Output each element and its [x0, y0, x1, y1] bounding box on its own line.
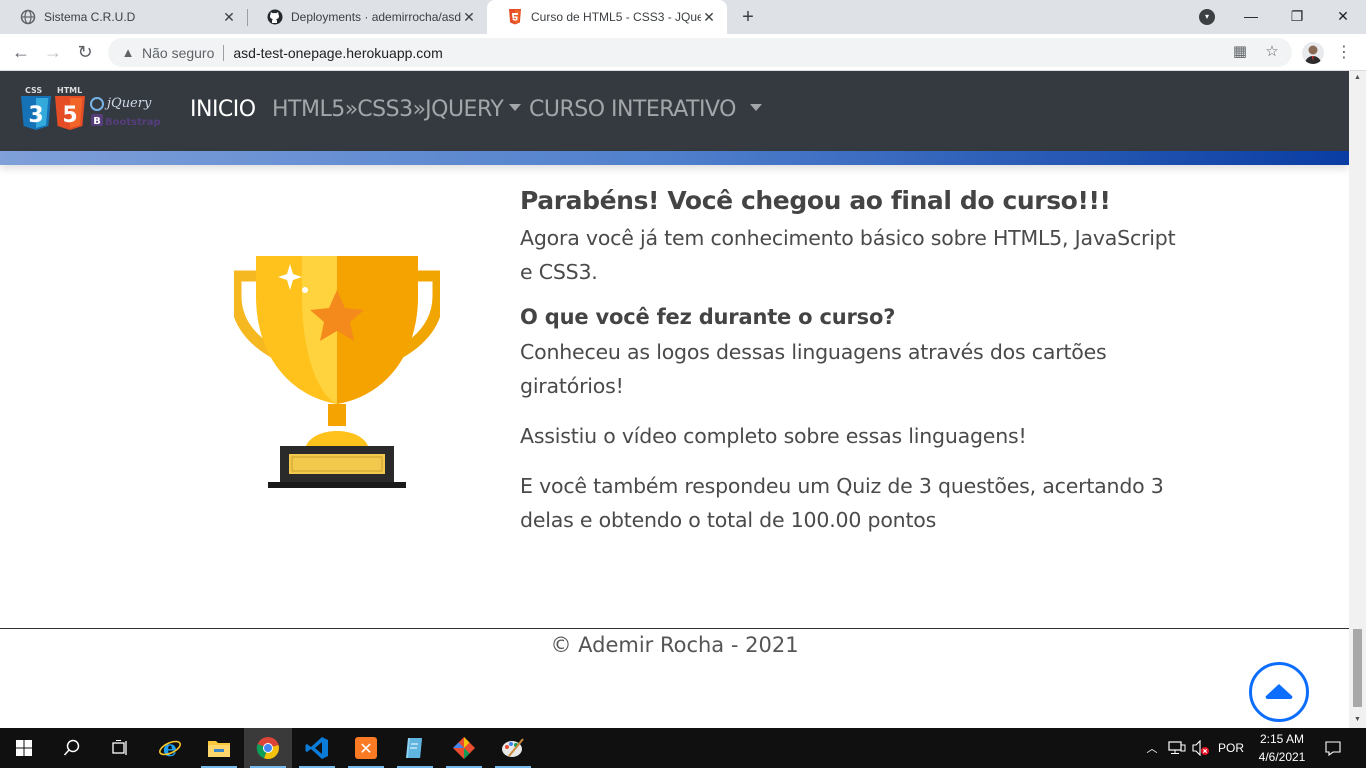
browser-tab-active[interactable]: Curso de HTML5 - CSS3 - JQuery ✕	[487, 0, 727, 34]
browser-tab[interactable]: Sistema C.R.U.D ✕	[0, 0, 247, 34]
logo-b-label: B	[93, 116, 101, 127]
close-window-button[interactable]: ✕	[1320, 0, 1366, 32]
github-icon	[267, 9, 283, 25]
forward-icon[interactable]: →	[41, 40, 65, 64]
minimize-button[interactable]: —	[1228, 0, 1274, 32]
omnibox-divider	[223, 44, 225, 61]
logo-css-label: CSS	[25, 86, 42, 95]
scroll-to-top-button[interactable]	[1249, 662, 1309, 722]
tab-title: Deployments · ademirrocha/asd-	[291, 10, 461, 24]
summary-item: Assistiu o vídeo completo sobre essas li…	[520, 424, 1027, 448]
summary-item: E você também respondeu um Quiz de 3 que…	[520, 474, 1164, 532]
windows-start-icon[interactable]	[0, 728, 48, 768]
security-label[interactable]: Não seguro	[142, 45, 214, 61]
system-clock[interactable]: 2:15 AM 4/6/2021	[1252, 730, 1312, 766]
star-icon[interactable]: ☆	[1262, 42, 1282, 62]
close-icon[interactable]: ✕	[701, 9, 717, 26]
address-bar[interactable]: ▲ Não seguro asd-test-onepage.herokuapp.…	[108, 38, 1292, 67]
avatar[interactable]	[1302, 42, 1324, 64]
intro-text: Agora você já tem conhecimento básico so…	[520, 226, 1176, 284]
task-view-icon[interactable]	[96, 728, 144, 768]
section-heading: O que você fez durante o curso?	[520, 305, 896, 329]
logo-bootstrap-label: Bootstrap	[105, 117, 161, 128]
vscode-icon[interactable]	[293, 728, 341, 768]
trophy-icon	[234, 256, 440, 488]
windows-taskbar: e ✕ ︿ POR 2:15 AM 4/6/2021	[0, 728, 1366, 768]
navbar-gradient-strip	[0, 151, 1349, 165]
html5-icon	[507, 9, 523, 25]
notepad-icon[interactable]	[391, 728, 439, 768]
logo-jquery-label: jQuery	[104, 96, 152, 111]
scroll-up-arrow[interactable]: ▲	[1353, 74, 1362, 81]
browser-tab[interactable]: Deployments · ademirrocha/asd- ✕	[247, 0, 487, 34]
chevron-down-icon[interactable]: ▾	[1199, 9, 1215, 25]
xampp-icon[interactable]: ✕	[342, 728, 390, 768]
more-menu-icon[interactable]: ⋮	[1336, 42, 1352, 64]
maximize-button[interactable]: ❐	[1274, 0, 1320, 32]
search-icon[interactable]	[48, 728, 96, 768]
nav-item-inicio[interactable]: INICIO	[190, 97, 256, 122]
nav-item-label: CURSO INTERATIVO	[529, 97, 736, 122]
caret-down-icon	[509, 103, 522, 111]
nav-item-label: HTML5»CSS3»JQUERY	[272, 97, 504, 122]
reload-icon[interactable]: ↻	[73, 40, 97, 64]
page-scrollbar[interactable]: ▲ ▼	[1349, 71, 1366, 728]
page-viewport: CSS HTML 3 5 jQuery B Bootstrap INICIO H…	[0, 71, 1349, 728]
site-logo[interactable]: CSS HTML 3 5 jQuery B Bootstrap	[20, 84, 165, 139]
caret-down-icon	[749, 103, 762, 111]
clock-time: 2:15 AM	[1259, 732, 1305, 746]
tab-title: Curso de HTML5 - CSS3 - JQuery	[531, 10, 701, 24]
logo-html-label: HTML	[57, 86, 82, 95]
scroll-down-arrow[interactable]: ▼	[1353, 716, 1362, 723]
file-explorer-icon[interactable]	[195, 728, 243, 768]
internet-explorer-icon[interactable]: e	[146, 728, 194, 768]
browser-toolbar: ← → ↻ ▲ Não seguro asd-test-onepage.hero…	[0, 34, 1366, 71]
network-icon[interactable]	[1166, 728, 1188, 768]
new-tab-button[interactable]: +	[736, 5, 760, 29]
volume-muted-icon[interactable]	[1190, 728, 1212, 768]
back-icon[interactable]: ←	[9, 40, 33, 64]
footer-text: © Ademir Rocha - 2021	[550, 633, 799, 657]
completion-message: Parabéns! Você chegou ao final do curso!…	[520, 185, 1180, 537]
close-icon[interactable]: ✕	[221, 9, 237, 26]
git-icon[interactable]	[440, 728, 488, 768]
footer-divider	[0, 628, 1349, 629]
nav-item-curso-interativo[interactable]: CURSO INTERATIVO	[529, 97, 762, 122]
logo-css-number: 3	[28, 103, 43, 128]
chevron-up-icon[interactable]: ︿	[1144, 728, 1160, 768]
browser-tab-strip: Sistema C.R.U.D ✕ Deployments · ademirro…	[0, 0, 1366, 34]
url-text[interactable]: asd-test-onepage.herokuapp.com	[233, 45, 442, 61]
warning-icon[interactable]: ▲	[120, 45, 136, 61]
nav-item-html5-css3-jquery[interactable]: HTML5»CSS3»JQUERY	[272, 97, 522, 122]
qr-code-icon[interactable]: ▦	[1230, 42, 1250, 62]
svg-text:✕: ✕	[359, 739, 372, 758]
summary-item: Conheceu as logos dessas linguagens atra…	[520, 340, 1107, 398]
chrome-icon[interactable]	[244, 728, 292, 768]
tab-title: Sistema C.R.U.D	[44, 10, 136, 24]
page-title: Parabéns! Você chegou ao final do curso!…	[520, 186, 1111, 215]
clock-date: 4/6/2021	[1258, 750, 1306, 764]
chevron-up-icon	[1265, 684, 1293, 699]
logo-html-number: 5	[62, 103, 77, 128]
language-indicator[interactable]: POR	[1214, 728, 1248, 768]
notifications-icon[interactable]	[1320, 728, 1346, 768]
nav-item-label: INICIO	[190, 97, 256, 122]
svg-text:e: e	[163, 736, 177, 760]
paint-icon[interactable]	[489, 728, 537, 768]
globe-icon	[20, 9, 36, 25]
close-icon[interactable]: ✕	[461, 9, 477, 26]
footer: © Ademir Rocha - 2021	[0, 633, 1349, 657]
site-navbar: CSS HTML 3 5 jQuery B Bootstrap INICIO H…	[0, 71, 1349, 151]
scrollbar-thumb[interactable]	[1353, 629, 1362, 707]
